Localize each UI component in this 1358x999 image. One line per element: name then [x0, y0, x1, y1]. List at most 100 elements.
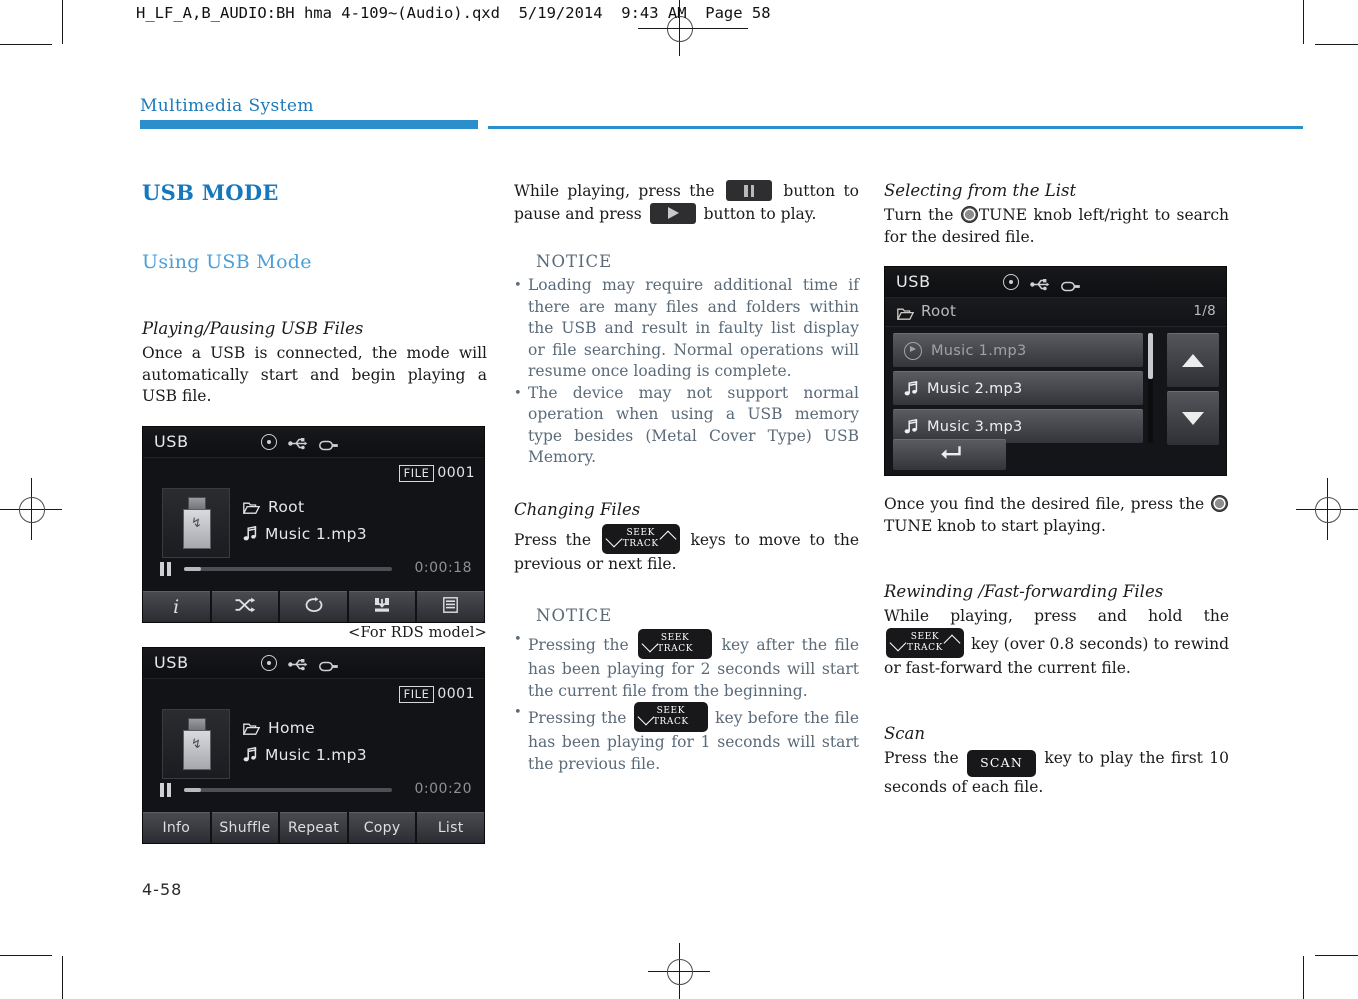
notice-title-2: NOTICE [536, 606, 613, 625]
hu-tab-shuffle-2[interactable]: Shuffle [211, 811, 279, 843]
pause-play-text-before: While playing, press the [514, 182, 715, 200]
figure-caption-rds: <For RDS model> [348, 624, 487, 641]
seek-key-top-label: SEEK [660, 633, 690, 643]
shuffle-icon [234, 597, 256, 617]
hu-track-row: Music 1.mp3 [243, 525, 367, 543]
hu-file-badge: FILE 0001 [398, 464, 475, 482]
hu-scrollbar[interactable] [1148, 333, 1153, 443]
registration-mark-bottom [648, 943, 710, 999]
scroll-up-button[interactable] [1167, 333, 1219, 387]
info-icon: i [173, 595, 180, 618]
figure-usb-list: USB Root 1/8 Music 1.mp3 Music 2.mp3 Mus… [884, 266, 1229, 476]
notice-block-seek: NOTICE Pressing the SEEK TRACK key after… [514, 605, 859, 775]
hu-track-name: Music 1.mp3 [265, 524, 367, 543]
hu-titlebar-3: USB [885, 267, 1226, 298]
list-item[interactable]: Music 2.mp3 [893, 371, 1143, 405]
hu-source-label: USB [154, 431, 189, 451]
hu-file-tag: FILE [398, 464, 435, 482]
play-button-glyph [649, 202, 696, 224]
left-column: USB MODE Using USB Mode Playing/Pausing … [142, 180, 487, 844]
crop-mark-bottom-right-horizontal [1315, 955, 1358, 956]
back-button[interactable] [893, 439, 1006, 470]
crop-mark-bottom-right-vertical [1303, 956, 1304, 999]
hu-tab-repeat[interactable] [280, 590, 347, 622]
after-list-text-mid: desired file, press the [1031, 495, 1205, 513]
header-rules [140, 120, 1303, 130]
paragraph-pause-play: While playing, press the button to pause… [514, 180, 859, 225]
hu-tab-info-2[interactable]: Info [143, 811, 210, 843]
usb-trident-icon: ↯ [191, 736, 202, 752]
usb-trident-icon: ↯ [191, 515, 202, 531]
selecting-text-before: Turn the [884, 206, 954, 224]
music-note-icon [904, 380, 918, 396]
crop-mark-top-right-horizontal [1315, 44, 1358, 45]
hu-tab-list[interactable] [417, 590, 484, 622]
hu-nowplaying-body: FILE 0001 ↯ Root Music 1.mp3 0:00:18 [143, 457, 484, 590]
list-icon [443, 596, 459, 617]
list-item-label: Music 1.mp3 [931, 342, 1027, 359]
hu-titlebar: USB [143, 426, 484, 458]
after-list-text-after: TUNE knob to start playing. [884, 516, 1106, 535]
notice-item-loading: Loading may require additional time if t… [514, 275, 859, 383]
play-circle-icon [904, 341, 922, 360]
hu-folder-row: Root [242, 497, 367, 516]
hu-tab-copy[interactable] [348, 590, 416, 622]
right-column: Selecting from the List Turn the TUNE kn… [884, 180, 1229, 798]
scan-key-icon: SCAN [967, 750, 1036, 777]
folder-icon [896, 305, 915, 324]
hu-progress-area: 0:00:18 [160, 560, 472, 578]
notice-item-device-support: The device may not support normal operat… [514, 383, 859, 469]
scroll-down-button[interactable] [1167, 391, 1219, 445]
crop-mark-bottom-left-vertical [62, 956, 63, 999]
notice-item-seek-before-1s: Pressing the SEEK TRACK key before the f… [514, 702, 859, 775]
middle-column: While playing, press the button to pause… [514, 180, 859, 775]
hu-tab-info[interactable]: i [143, 590, 210, 622]
pause-icon [160, 782, 171, 797]
list-item[interactable]: Music 1.mp3 [893, 333, 1143, 367]
hu-file-tag-2: FILE [398, 685, 435, 703]
hu-progress-area-2: 0:00:20 [160, 781, 472, 799]
notice-item-seek-after-2s: Pressing the SEEK TRACK key after the fi… [514, 629, 859, 702]
notice-2-item-2-before: Pressing the [528, 709, 627, 727]
hu-toolbar-rds: i [143, 589, 484, 622]
seek-key-top-label: SEEK [656, 706, 686, 716]
prepress-slug: H_LF_A,B_AUDIO:BH hma 4-109~(Audio).qxd … [136, 4, 771, 22]
topic-selecting-from-the-list: Selecting from the List [884, 181, 1077, 200]
hu-status-icons [261, 433, 339, 451]
registration-mark-left [0, 478, 62, 540]
hu-file-number-2: 0001 [437, 686, 475, 703]
usb-stick-graphic: ↯ [183, 717, 211, 770]
chevron-up-icon [1182, 354, 1204, 367]
header-accent-bar [140, 120, 478, 129]
hu-track-meta-2: Home Music 1.mp3 [242, 719, 367, 773]
aux-icon [1061, 277, 1081, 291]
scan-text-before: Press the [884, 749, 959, 767]
list-item[interactable]: Music 3.mp3 [893, 409, 1143, 443]
figure-usb-nowplaying-standard: USB FILE 0001 ↯ Home Music 1.mp3 0:00:20… [142, 646, 487, 844]
topic-scan: Scan [884, 724, 926, 743]
notice-2-item-1-before: Pressing the [528, 636, 629, 654]
topic-playing-pausing-usb-files: Playing/Pausing USB Files [142, 319, 364, 338]
hu-tab-list-2[interactable]: List [417, 811, 484, 843]
hu-tab-copy-2[interactable]: Copy [348, 811, 416, 843]
hu-folder-name: Root [268, 497, 305, 516]
head-unit-screen-rds: USB FILE 0001 ↯ Root Music 1.mp3 0:00:18… [142, 425, 485, 623]
after-list-text-before: Once you find the [884, 495, 1026, 513]
repeat-icon [302, 596, 324, 617]
hu-track-name-2: Music 1.mp3 [265, 745, 367, 764]
hu-tab-shuffle[interactable] [211, 590, 279, 622]
page-header: Multimedia System [140, 96, 1303, 130]
list-item-label: Music 2.mp3 [927, 380, 1023, 397]
crop-mark-bottom-left-horizontal [0, 955, 52, 956]
pause-play-text-after: button to play. [703, 204, 817, 223]
hu-folder-row-2: Home [242, 719, 367, 737]
header-rule-line [488, 126, 1303, 129]
prepress-slug-underline [638, 28, 748, 29]
notice-block-loading: NOTICE Loading may require additional ti… [514, 251, 859, 469]
seek-track-key-icon: SEEK TRACK [886, 627, 964, 658]
seek-key-bottom-label: TRACK [652, 717, 689, 727]
usb-stick-graphic: ↯ [183, 496, 211, 549]
copy-save-icon [374, 597, 390, 617]
hu-track-row-2: Music 1.mp3 [243, 746, 367, 764]
hu-tab-repeat-2[interactable]: Repeat [280, 811, 347, 843]
